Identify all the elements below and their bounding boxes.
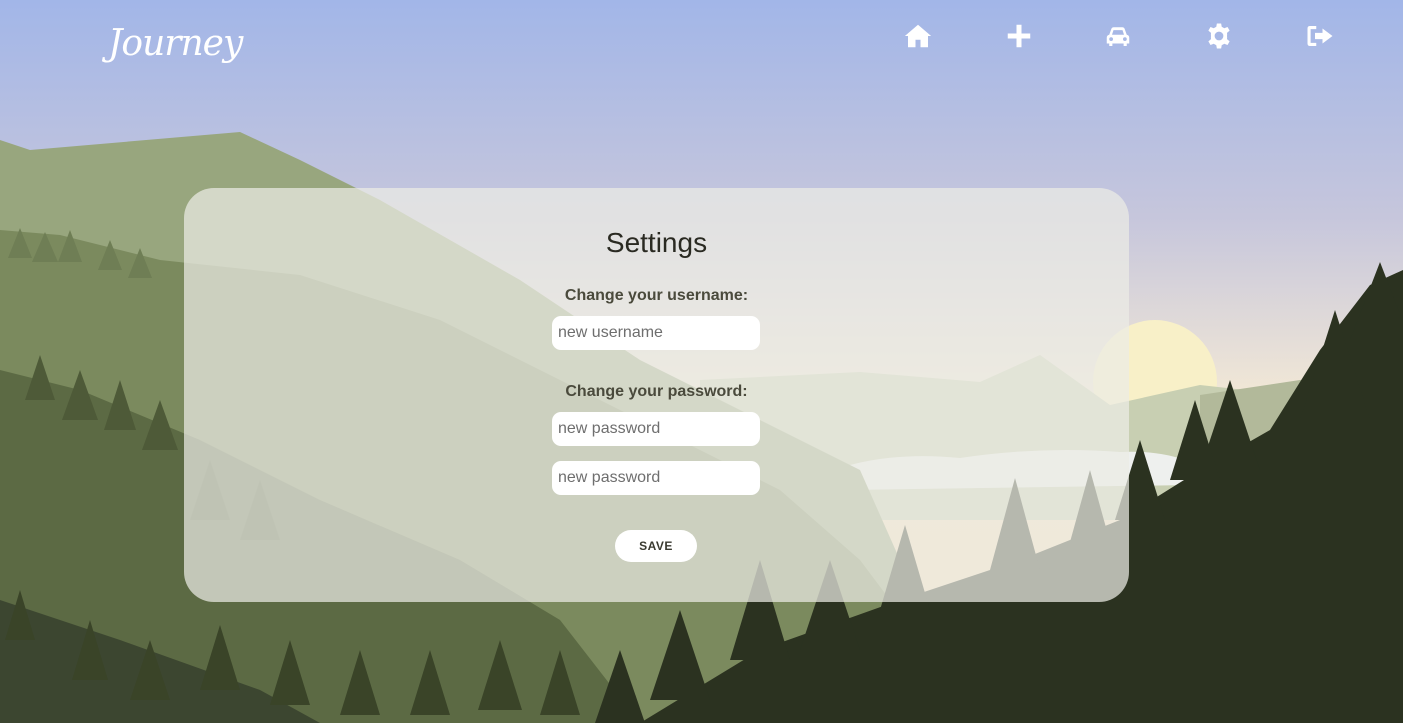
password-confirm-input[interactable] bbox=[552, 461, 760, 495]
password-label: Change your password: bbox=[565, 383, 748, 400]
plus-icon[interactable] bbox=[1001, 18, 1037, 54]
password-input[interactable] bbox=[552, 412, 760, 446]
home-icon[interactable] bbox=[900, 18, 936, 54]
gear-icon[interactable] bbox=[1201, 18, 1237, 54]
page-title: Settings bbox=[605, 227, 708, 258]
car-icon[interactable] bbox=[1100, 18, 1136, 54]
logout-icon[interactable] bbox=[1302, 18, 1338, 54]
app-logo[interactable]: Journey bbox=[108, 16, 243, 72]
settings-panel: Settings Change your username: Change yo… bbox=[184, 188, 1129, 602]
username-label: Change your username: bbox=[564, 287, 749, 304]
username-input[interactable] bbox=[552, 316, 760, 350]
save-button[interactable]: SAVE bbox=[615, 530, 697, 562]
